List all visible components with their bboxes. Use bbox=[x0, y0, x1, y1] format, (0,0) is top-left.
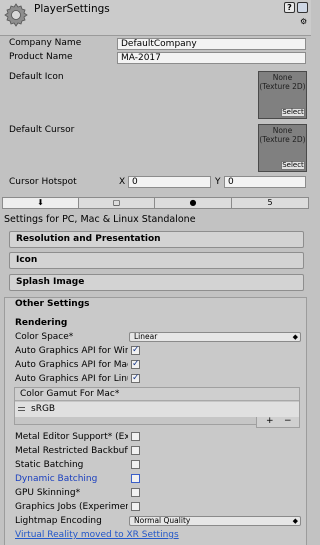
company-name-label: Company Name bbox=[9, 38, 82, 48]
section-resolution-presentation[interactable]: Resolution and Presentation bbox=[9, 231, 304, 248]
metal-backbuffer-checkbox[interactable] bbox=[131, 446, 140, 455]
remove-gamut-button[interactable]: − bbox=[284, 417, 292, 426]
drag-handle-icon[interactable] bbox=[18, 407, 25, 411]
default-cursor-type: (Texture 2D) bbox=[259, 135, 306, 144]
auto-graphics-windows-label: Auto Graphics API for Windows bbox=[15, 346, 128, 356]
tab-standalone[interactable]: ⬇ bbox=[2, 197, 79, 209]
default-icon-type: (Texture 2D) bbox=[259, 82, 306, 91]
player-settings-gear-icon bbox=[3, 2, 29, 28]
dynamic-batching-checkbox[interactable] bbox=[131, 474, 140, 483]
color-space-label: Color Space* bbox=[15, 332, 74, 342]
add-gamut-button[interactable]: + bbox=[266, 417, 274, 426]
color-gamut-item[interactable]: sRGB bbox=[15, 402, 299, 417]
lightmap-encoding-dropdown[interactable]: Normal Quality ◆ bbox=[129, 516, 301, 526]
default-cursor-select-button[interactable]: Select bbox=[281, 161, 305, 170]
hotspot-x-field[interactable]: 0 bbox=[128, 176, 211, 188]
auto-graphics-linux-label: Auto Graphics API for Linux bbox=[15, 374, 128, 384]
product-name-label: Product Name bbox=[9, 52, 73, 62]
default-icon-label: Default Icon bbox=[9, 72, 64, 82]
hotspot-x-label: X bbox=[119, 177, 126, 187]
section-splash-image[interactable]: Splash Image bbox=[9, 274, 304, 291]
preset-icon[interactable] bbox=[297, 2, 308, 13]
hotspot-y-label: Y bbox=[215, 177, 221, 187]
windows-store-icon: ▢ bbox=[112, 198, 121, 207]
platform-tab-bar: ⬇ ▢ ● 5 bbox=[2, 197, 309, 209]
section-icon[interactable]: Icon bbox=[9, 252, 304, 269]
download-icon: ⬇ bbox=[37, 198, 44, 207]
cursor-hotspot-label: Cursor Hotspot bbox=[9, 177, 77, 187]
company-name-field[interactable]: DefaultCompany bbox=[117, 38, 306, 50]
color-gamut-controls: + − bbox=[256, 417, 300, 428]
graphics-jobs-checkbox[interactable] bbox=[131, 502, 140, 511]
color-gamut-heading: Color Gamut For Mac* bbox=[15, 388, 299, 401]
gpu-skinning-label: GPU Skinning* bbox=[15, 488, 81, 498]
platform-settings-title: Settings for PC, Mac & Linux Standalone bbox=[4, 214, 196, 225]
auto-graphics-linux-checkbox[interactable] bbox=[131, 373, 140, 383]
metal-editor-support-label: Metal Editor Support* (Experimental) bbox=[15, 432, 128, 442]
metal-backbuffer-label: Metal Restricted Backbuffer Use bbox=[15, 446, 128, 456]
lightmap-encoding-label: Lightmap Encoding bbox=[15, 516, 102, 526]
default-icon-select-button[interactable]: Select bbox=[281, 108, 305, 117]
static-batching-label: Static Batching bbox=[15, 460, 84, 470]
metal-editor-support-checkbox[interactable] bbox=[131, 432, 140, 441]
tab-windows-store[interactable]: ▢ bbox=[78, 197, 155, 209]
auto-graphics-mac-checkbox[interactable] bbox=[131, 359, 140, 369]
html5-icon: 5 bbox=[267, 198, 273, 207]
android-icon: ● bbox=[189, 198, 197, 207]
gpu-skinning-checkbox[interactable] bbox=[131, 488, 140, 497]
help-icon[interactable]: ? bbox=[284, 2, 295, 13]
default-cursor-slot[interactable]: None (Texture 2D) Select bbox=[258, 124, 307, 172]
section-other-settings[interactable]: Other Settings bbox=[15, 299, 90, 309]
rendering-heading: Rendering bbox=[15, 318, 68, 328]
default-cursor-label: Default Cursor bbox=[9, 125, 75, 135]
default-icon-slot[interactable]: None (Texture 2D) Select bbox=[258, 71, 307, 119]
vr-moved-link[interactable]: Virtual Reality moved to XR Settings bbox=[15, 530, 179, 540]
auto-graphics-windows-checkbox[interactable] bbox=[131, 345, 140, 355]
tab-android[interactable]: ● bbox=[154, 197, 232, 209]
inspector-title: PlayerSettings bbox=[34, 3, 110, 15]
color-space-value: Linear bbox=[134, 332, 158, 341]
auto-graphics-mac-label: Auto Graphics API for Mac bbox=[15, 360, 128, 370]
lightmap-encoding-value: Normal Quality bbox=[134, 516, 191, 525]
graphics-jobs-label: Graphics Jobs (Experimental) bbox=[15, 502, 128, 512]
static-batching-checkbox[interactable] bbox=[131, 460, 140, 469]
dynamic-batching-label: Dynamic Batching bbox=[15, 474, 98, 484]
default-cursor-none: None bbox=[272, 126, 293, 135]
tab-webgl[interactable]: 5 bbox=[231, 197, 309, 209]
dropdown-arrow-icon: ◆ bbox=[292, 333, 298, 341]
dropdown-arrow-icon: ◆ bbox=[292, 517, 298, 525]
hotspot-y-field[interactable]: 0 bbox=[224, 176, 306, 188]
color-space-dropdown[interactable]: Linear ◆ bbox=[129, 332, 301, 342]
default-icon-none: None bbox=[272, 73, 293, 82]
product-name-field[interactable]: MA-2017 bbox=[117, 52, 306, 64]
gear-menu-icon[interactable]: ⚙ bbox=[300, 17, 307, 26]
